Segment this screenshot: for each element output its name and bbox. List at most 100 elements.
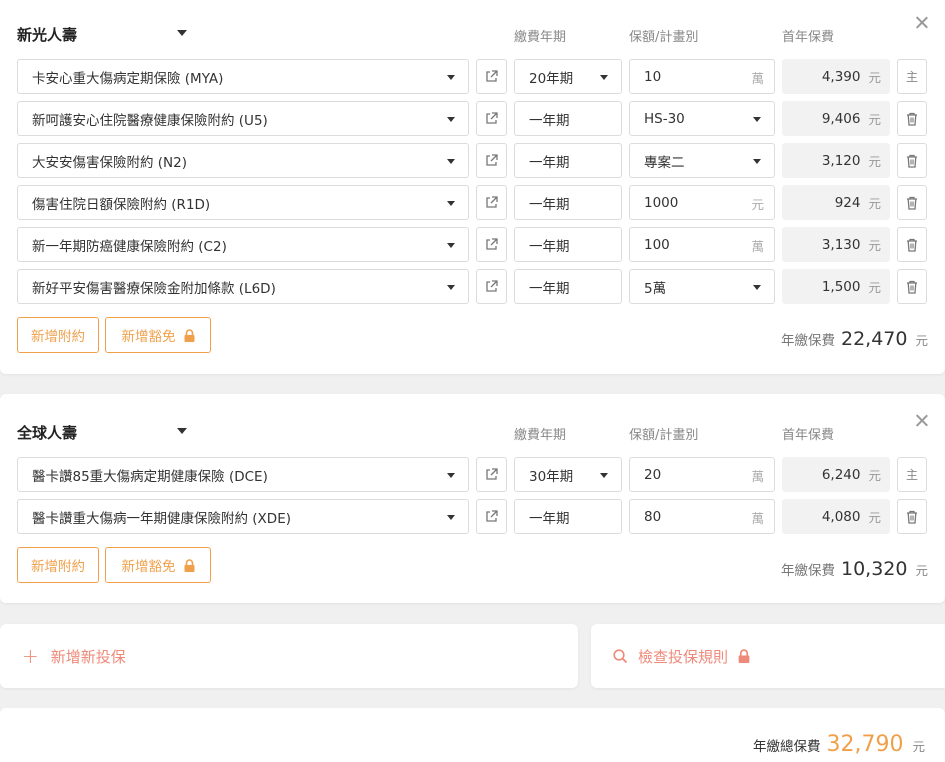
amount-input[interactable]: 100 萬 <box>629 227 775 262</box>
term-value: 20年期 <box>529 70 574 87</box>
chevron-down-icon <box>447 285 455 290</box>
plan-select[interactable]: 醫卡讚85重大傷病定期健康保險 (DCE) <box>17 457 469 492</box>
premium-value: 924 <box>834 194 861 211</box>
add-waiver-button[interactable]: 新增豁免 <box>105 547 211 583</box>
policy-row: 大安安傷害保險附約 (N2) 一年期 專案二 3,120 元 <box>0 143 945 178</box>
term-value: 一年期 <box>529 280 570 297</box>
delete-button[interactable] <box>897 269 927 304</box>
insurance-group-shinkong: 新光人壽 繳費年期 保額/計畫別 首年保費 卡安心重大傷病定期保險 (MYA) … <box>0 0 945 374</box>
total-unit: 元 <box>912 739 925 754</box>
plan-select[interactable]: 傷害住院日額保險附約 (R1D) <box>17 185 469 220</box>
external-link-button[interactable] <box>476 457 507 492</box>
amount-input[interactable]: 80 萬 <box>629 499 775 534</box>
premium-field: 6,240 元 <box>782 457 890 492</box>
header-term: 繳費年期 <box>514 30 567 45</box>
chevron-down-icon <box>600 75 608 80</box>
premium-field: 1,500 元 <box>782 269 890 304</box>
annual-unit: 元 <box>915 563 928 578</box>
term-value: 一年期 <box>529 112 570 129</box>
term-value: 30年期 <box>529 468 574 485</box>
company-select[interactable]: 新光人壽 <box>17 20 197 48</box>
plan-select[interactable]: 醫卡讚重大傷病一年期健康保險附約 (XDE) <box>17 499 469 534</box>
external-link-icon <box>486 112 498 124</box>
check-rules-button[interactable]: 檢查投保規則 <box>591 624 945 688</box>
premium-unit: 元 <box>868 468 881 483</box>
chevron-down-icon <box>177 30 187 36</box>
plan-select[interactable]: 卡安心重大傷病定期保險 (MYA) <box>17 59 469 94</box>
annual-premium: 年繳保費 22,470 元 <box>781 328 928 350</box>
premium-unit: 元 <box>868 154 881 169</box>
external-link-icon <box>486 154 498 166</box>
plan-select[interactable]: 大安安傷害保險附約 (N2) <box>17 143 469 178</box>
amount-value: 80 <box>644 508 662 525</box>
term-value: 一年期 <box>529 238 570 255</box>
term-select[interactable]: 20年期 <box>514 59 622 94</box>
amount-value: 5萬 <box>644 280 667 297</box>
plan-type-select[interactable]: 專案二 <box>629 143 775 178</box>
delete-button[interactable] <box>897 499 927 534</box>
total-value: 32,790 <box>826 732 904 757</box>
delete-button[interactable] <box>897 143 927 178</box>
main-label: 主 <box>905 468 918 482</box>
amount-input[interactable]: 20 萬 <box>629 457 775 492</box>
policy-row: 傷害住院日額保險附約 (R1D) 一年期 1000 元 924 元 <box>0 185 945 220</box>
amount-value: 20 <box>644 466 662 483</box>
premium-value: 3,120 <box>821 152 861 169</box>
add-rider-button[interactable]: 新增附約 <box>17 547 99 583</box>
external-link-button[interactable] <box>476 269 507 304</box>
external-link-icon <box>486 280 498 292</box>
plan-select[interactable]: 新好平安傷害醫療保險金附加條款 (L6D) <box>17 269 469 304</box>
premium-unit: 元 <box>868 70 881 85</box>
premium-unit: 元 <box>868 112 881 127</box>
annual-premium: 年繳保費 10,320 元 <box>781 558 928 580</box>
term-value: 一年期 <box>529 154 570 171</box>
company-select[interactable]: 全球人壽 <box>17 418 197 446</box>
annual-label: 年繳保費 <box>781 563 835 579</box>
premium-field: 3,130 元 <box>782 227 890 262</box>
annual-unit: 元 <box>915 333 928 348</box>
add-insurance-button[interactable]: + 新增新投保 <box>0 624 578 688</box>
header-term: 繳費年期 <box>514 428 567 443</box>
delete-button[interactable] <box>897 227 927 262</box>
amount-unit: 萬 <box>751 469 764 484</box>
total-label: 年繳總保費 <box>753 739 821 755</box>
add-rider-button[interactable]: 新增附約 <box>17 317 99 353</box>
plan-type-select[interactable]: 5萬 <box>629 269 775 304</box>
chevron-down-icon <box>447 201 455 206</box>
term-select[interactable]: 30年期 <box>514 457 622 492</box>
premium-value: 4,390 <box>821 68 861 85</box>
header-amount: 保額/計畫別 <box>629 428 699 443</box>
policy-row: 新呵護安心住院醫療健康保險附約 (U5) 一年期 HS-30 9,406 元 <box>0 101 945 136</box>
chevron-down-icon <box>447 117 455 122</box>
add-waiver-button[interactable]: 新增豁免 <box>105 317 211 353</box>
amount-unit: 萬 <box>751 511 764 526</box>
plan-name: 卡安心重大傷病定期保險 (MYA) <box>32 70 224 87</box>
header-premium: 首年保費 <box>782 30 835 45</box>
external-link-button[interactable] <box>476 143 507 178</box>
delete-button[interactable] <box>897 185 927 220</box>
amount-input[interactable]: 1000 元 <box>629 185 775 220</box>
amount-value: 10 <box>644 68 662 85</box>
plan-select[interactable]: 新呵護安心住院醫療健康保險附約 (U5) <box>17 101 469 136</box>
chevron-down-icon <box>600 473 608 478</box>
plan-name: 醫卡讚85重大傷病定期健康保險 (DCE) <box>32 468 268 485</box>
lock-icon <box>184 328 194 342</box>
external-link-button[interactable] <box>476 59 507 94</box>
lock-icon <box>184 558 194 572</box>
external-link-button[interactable] <box>476 499 507 534</box>
close-icon[interactable] <box>914 413 930 429</box>
close-icon[interactable] <box>914 15 930 31</box>
trash-icon <box>907 238 917 252</box>
trash-icon <box>907 154 917 168</box>
amount-input[interactable]: 10 萬 <box>629 59 775 94</box>
external-link-button[interactable] <box>476 227 507 262</box>
plan-select[interactable]: 新一年期防癌健康保險附約 (C2) <box>17 227 469 262</box>
term-value: 一年期 <box>529 510 570 527</box>
amount-unit: 萬 <box>751 71 764 86</box>
plan-type-select[interactable]: HS-30 <box>629 101 775 136</box>
external-link-button[interactable] <box>476 101 507 136</box>
delete-button[interactable] <box>897 101 927 136</box>
company-name: 新光人壽 <box>17 25 78 44</box>
plan-name: 傷害住院日額保險附約 (R1D) <box>32 196 211 213</box>
external-link-button[interactable] <box>476 185 507 220</box>
